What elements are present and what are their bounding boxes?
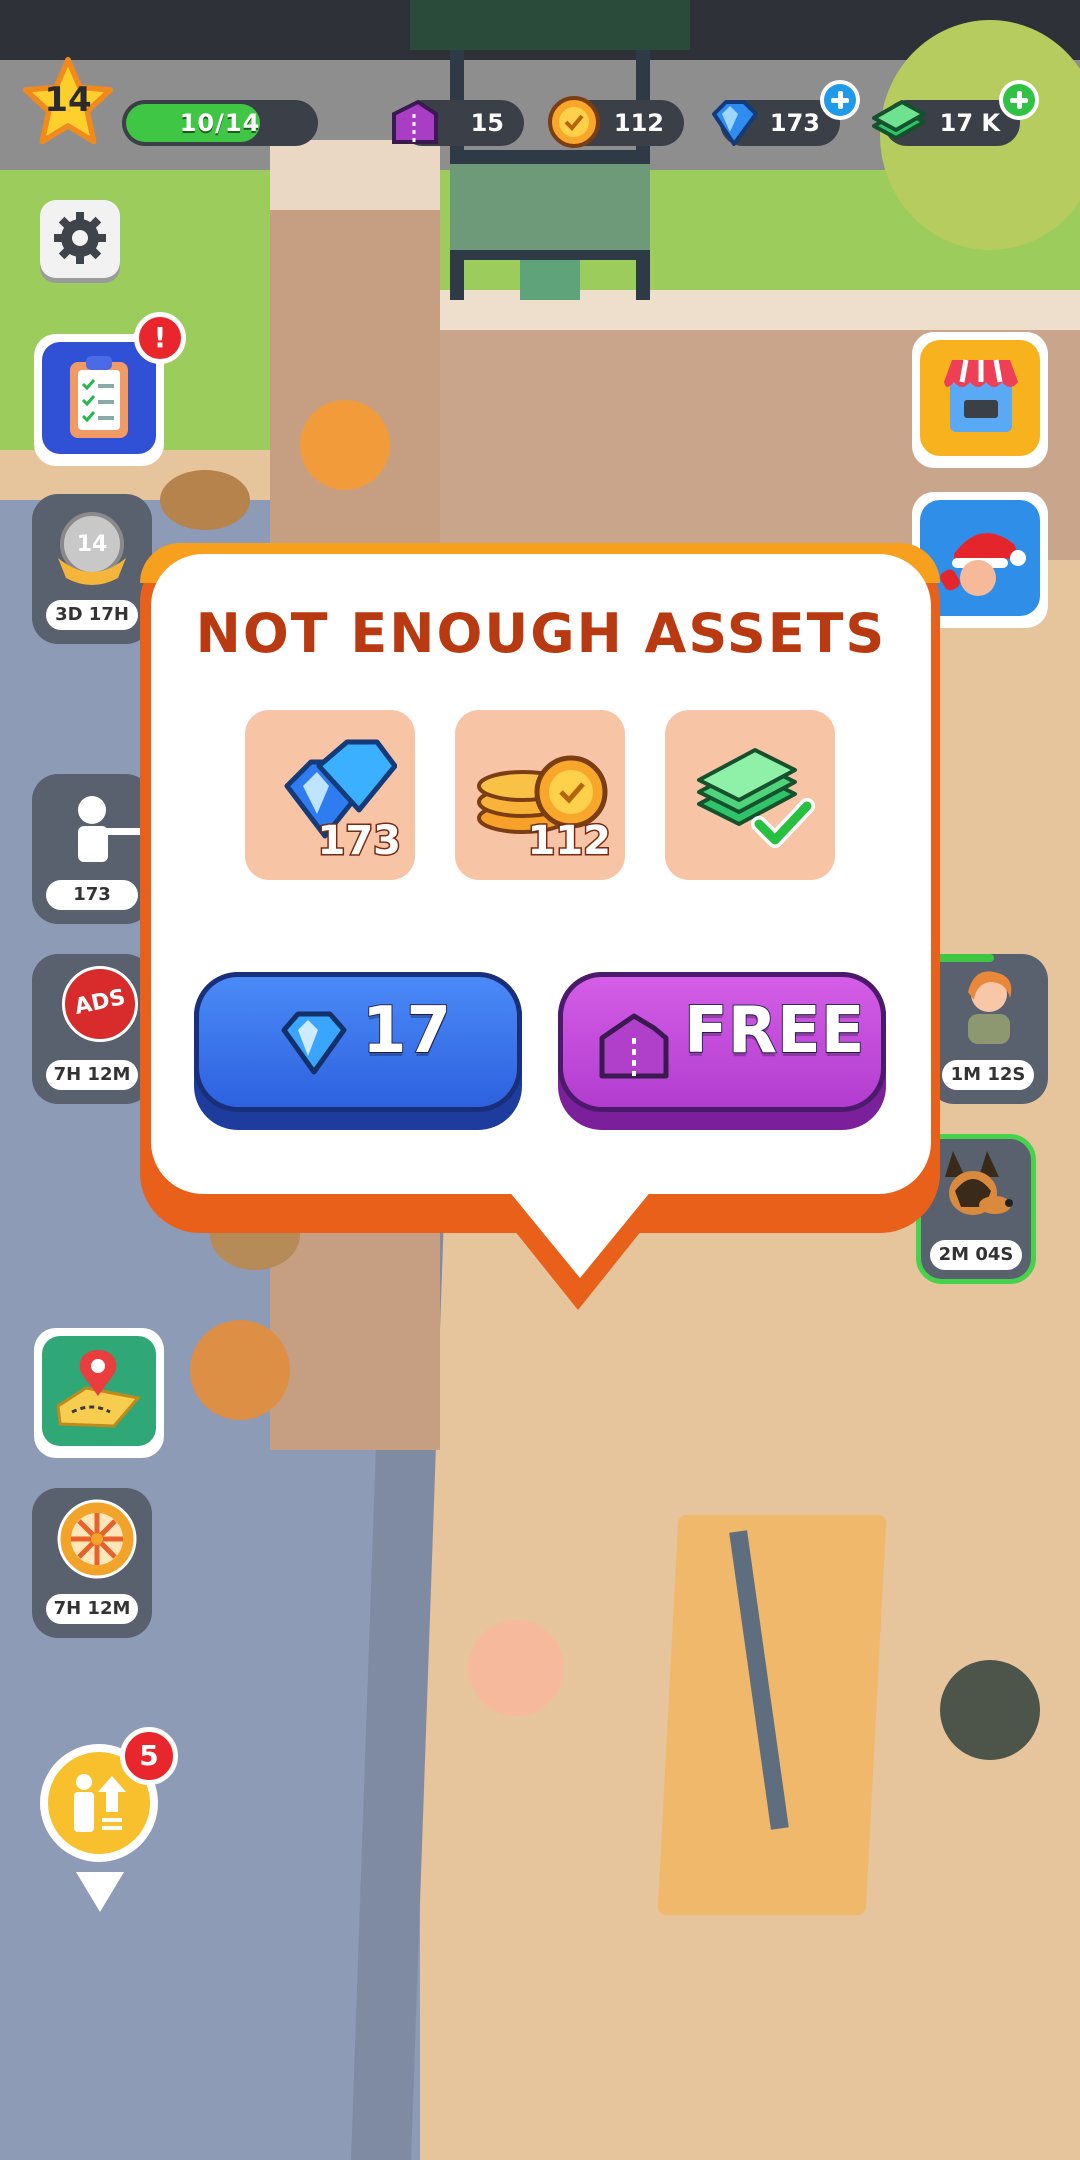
dog-timer: 2M 04S: [930, 1240, 1022, 1270]
soldier-character: [190, 1320, 290, 1420]
asset-card-cash: [665, 710, 835, 880]
wheel-timer: 7H 12M: [46, 1594, 138, 1624]
add-cash-button[interactable]: [999, 80, 1039, 120]
popup-tail-inner: [508, 1190, 652, 1278]
gear-icon: [54, 212, 106, 264]
gem-icon: [281, 1011, 347, 1075]
clipboard-icon: [70, 356, 128, 438]
tickets-value: 15: [470, 109, 504, 137]
tickets-counter: 15: [392, 99, 524, 146]
shop-button[interactable]: [912, 332, 1048, 468]
rank-event-button[interactable]: 14 3D 17H: [32, 494, 152, 644]
ads-timer: 7H 12M: [46, 1060, 138, 1090]
down-arrow-icon: [76, 1872, 124, 1912]
asset-card-coins: 112: [455, 710, 625, 880]
recruit-progress: [934, 954, 994, 962]
pay-gems-amount: 17: [361, 993, 452, 1069]
seated-soldier: [940, 1660, 1040, 1760]
pay-gems-button[interactable]: 17: [194, 972, 522, 1130]
asset-card-gems: 173: [245, 710, 415, 880]
no-ads-button[interactable]: ADS 7H 12M: [32, 954, 152, 1104]
settings-button[interactable]: [40, 200, 120, 278]
wheel-icon: [57, 1499, 137, 1579]
player-level: 14: [44, 80, 92, 120]
spin-wheel-button[interactable]: 7H 12M: [32, 1488, 152, 1638]
gem-icon: [712, 100, 758, 146]
gems-value: 173: [769, 109, 820, 137]
player-character: [468, 1620, 564, 1716]
recruit-timer: 1M 12S: [942, 1060, 1034, 1090]
ticket-icon: [392, 99, 438, 144]
dog-icon: [945, 1151, 1013, 1215]
plus-icon: [1003, 84, 1035, 116]
plus-icon: [824, 84, 856, 116]
map-icon: [56, 1350, 141, 1428]
coins-counter: 112: [548, 96, 684, 148]
soldier-icon: [78, 796, 142, 862]
xp-text: 10/14: [179, 109, 261, 137]
rank-event-timer: 3D 17H: [46, 600, 138, 630]
upgrade-icon: [74, 1774, 126, 1832]
coin-icon: [548, 96, 600, 148]
cash-stack-icon: [697, 748, 815, 848]
cash-value: 17 K: [939, 109, 1000, 137]
free-button[interactable]: FREE: [558, 972, 886, 1130]
popup-title: NOT ENOUGH ASSETS: [195, 602, 887, 665]
recruit-avatar-icon: [968, 971, 1012, 1044]
upgrade-count-badge: 5: [120, 1727, 178, 1785]
map-button[interactable]: [34, 1328, 164, 1458]
soldier-count-button[interactable]: 173: [32, 774, 152, 924]
shop-icon: [944, 359, 1018, 432]
cash-icon: [872, 100, 926, 140]
free-button-label: FREE: [683, 993, 865, 1069]
soldier-count-value: 173: [46, 880, 138, 910]
tasks-alert-badge: !: [134, 312, 186, 364]
xp-bar: 10/14: [122, 100, 318, 146]
asset-qty-coins: 112: [526, 817, 612, 866]
recruit-button[interactable]: 1M 12S: [928, 954, 1048, 1104]
ticket-icon: [599, 1013, 669, 1079]
rank-badge-level: 14: [76, 532, 108, 557]
soldier-character: [300, 400, 390, 490]
soldier-character: [160, 470, 250, 530]
add-gems-button[interactable]: [820, 80, 860, 120]
asset-qty-gems: 173: [316, 817, 402, 866]
pay-gems-button-face: [194, 972, 522, 1112]
coins-value: 112: [613, 109, 664, 137]
santa-icon: [940, 533, 1026, 596]
